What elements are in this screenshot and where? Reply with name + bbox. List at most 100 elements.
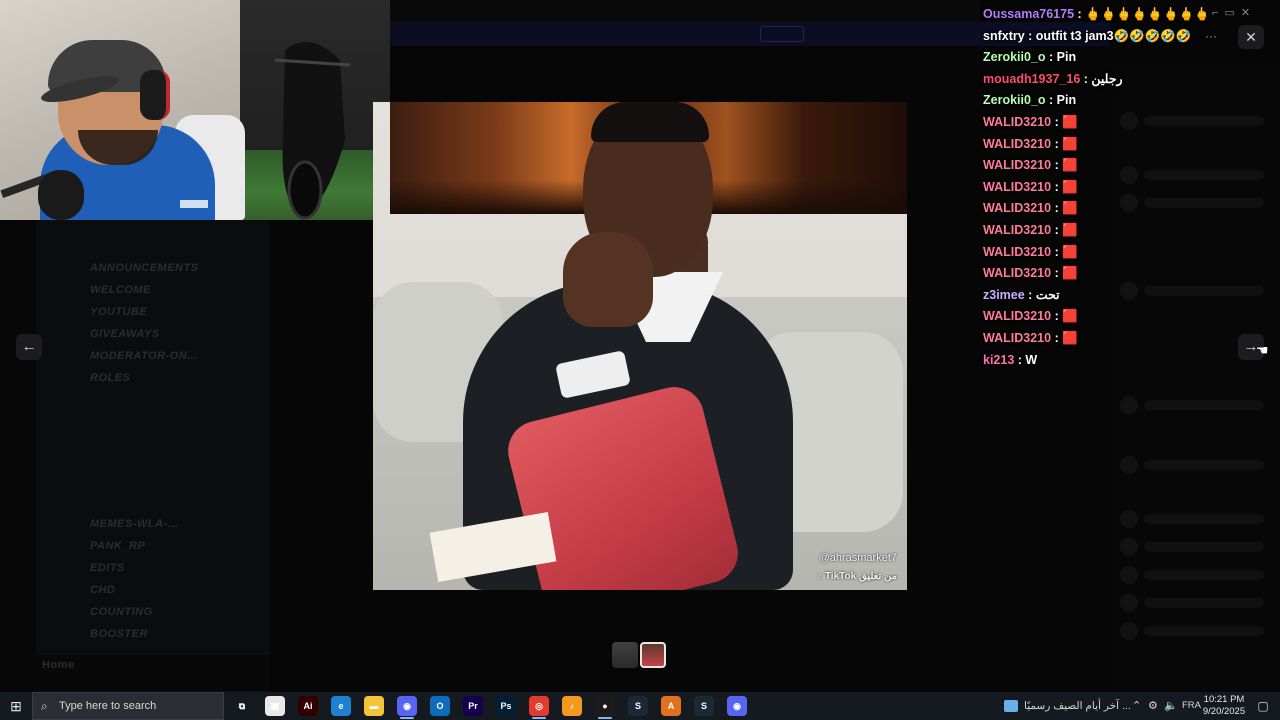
chat-username[interactable]: WALID3210 — [983, 201, 1051, 215]
chat-text: 🟥 — [1062, 114, 1078, 129]
previous-image-button[interactable]: ← — [16, 334, 42, 360]
start-button[interactable]: ⊞ — [0, 692, 32, 720]
more-options-button[interactable]: ··· — [1205, 29, 1217, 43]
chat-message: WALID3210 : 🟥 — [983, 199, 1183, 221]
edge-icon[interactable]: e — [331, 696, 351, 716]
member-row[interactable] — [1144, 598, 1264, 608]
chat-text: 🟥 — [1062, 179, 1078, 194]
channel-announcements[interactable]: ANNOUNCEMENTS — [90, 262, 199, 274]
member-avatar[interactable] — [1120, 538, 1138, 556]
task-view-icon[interactable]: ⧉ — [232, 696, 252, 716]
fl-studio-icon[interactable]: ♪ — [562, 696, 582, 716]
hand-cursor-icon: ☚ — [1256, 342, 1269, 358]
chat-message: Zerokii0_o : Pin — [983, 91, 1183, 113]
taskbar-clock[interactable]: 10:21 PM 9/20/2025 — [1198, 694, 1250, 718]
member-row[interactable] — [1144, 400, 1264, 410]
chat-message: Zerokii0_o : Pin — [983, 48, 1183, 70]
channel-memes[interactable]: MEMES-WLA-... — [90, 518, 178, 530]
thumbnail-1[interactable] — [612, 642, 638, 668]
premiere-icon[interactable]: Pr — [463, 696, 483, 716]
notice-banner-button[interactable] — [760, 26, 804, 42]
chat-username[interactable]: snfxtry — [983, 29, 1025, 43]
member-avatar[interactable] — [1120, 622, 1138, 640]
active-app-indicator — [532, 717, 546, 719]
member-row[interactable] — [1144, 460, 1264, 470]
member-row[interactable] — [1144, 514, 1264, 524]
channel-counting[interactable]: COUNTING — [90, 606, 153, 618]
thumbnail-2-selected[interactable] — [640, 642, 666, 668]
channel-moderator[interactable]: MODERATOR-ON... — [90, 350, 198, 362]
channel-chd[interactable]: CHD — [90, 584, 115, 596]
steam-2-icon[interactable]: S — [694, 696, 714, 716]
chat-username[interactable]: Oussama76175 — [983, 7, 1074, 21]
news-widget[interactable]: آخر أيام الصيف رسميًا ... — [1004, 692, 1131, 720]
chat-username[interactable]: WALID3210 — [983, 245, 1051, 259]
chat-username[interactable]: WALID3210 — [983, 266, 1051, 280]
discord-icon[interactable]: ◉ — [397, 696, 417, 716]
adobe-illustrator-icon[interactable]: Ai — [298, 696, 318, 716]
chat-separator: : — [1051, 309, 1063, 324]
chat-text: رجلين — [1091, 71, 1123, 86]
close-window-icon[interactable]: ✕ — [1241, 7, 1256, 19]
active-app-indicator — [598, 717, 612, 719]
maximize-icon[interactable]: ▭ — [1224, 7, 1240, 19]
discord-2-icon[interactable]: ◉ — [727, 696, 747, 716]
chat-username[interactable]: WALID3210 — [983, 137, 1051, 151]
chevron-up-icon[interactable]: ⌃ — [1132, 692, 1141, 720]
channel-roles[interactable]: ROLES — [90, 372, 130, 384]
channel-booster[interactable]: BOOSTER — [90, 628, 148, 640]
taskbar-search-box[interactable]: ⌕ Type here to search — [32, 692, 224, 720]
close-viewer-button[interactable]: ✕ — [1238, 25, 1264, 49]
server-sidebar — [0, 220, 36, 692]
photoshop-icon[interactable]: Ps — [496, 696, 516, 716]
channel-youtube[interactable]: YOUTUBE — [90, 306, 147, 318]
member-avatar[interactable] — [1120, 566, 1138, 584]
store-icon[interactable]: ▦ — [265, 696, 285, 716]
chat-username[interactable]: WALID3210 — [983, 180, 1051, 194]
chat-username[interactable]: WALID3210 — [983, 115, 1051, 129]
steam-icon[interactable]: S — [628, 696, 648, 716]
member-row[interactable] — [1144, 570, 1264, 580]
image-viewer[interactable]: @ahrasmarket7 ♪ TikTok من تعليق — [373, 102, 907, 590]
channel-welcome[interactable]: WELCOME — [90, 284, 151, 296]
chat-username[interactable]: Zerokii0_o — [983, 93, 1046, 107]
user-panel: Home — [36, 655, 270, 691]
chat-username[interactable]: WALID3210 — [983, 223, 1051, 237]
channel-edits[interactable]: EDITS — [90, 562, 125, 574]
tray-icon[interactable]: ⚙ — [1148, 692, 1158, 720]
chat-username[interactable]: WALID3210 — [983, 309, 1051, 323]
chat-separator: : — [1051, 179, 1063, 194]
member-avatar[interactable] — [1120, 396, 1138, 414]
volume-icon[interactable]: 🔈 — [1164, 692, 1178, 720]
chat-message: snfxtry : outfit t3 jam3🤣🤣🤣🤣🤣 — [983, 27, 1191, 49]
member-row[interactable] — [1144, 542, 1264, 552]
microphone — [38, 170, 84, 220]
obs-icon[interactable]: ● — [595, 696, 615, 716]
notifications-icon[interactable]: ▢ — [1252, 692, 1274, 720]
member-avatar[interactable] — [1120, 594, 1138, 612]
chat-username[interactable]: mouadh1937_16 — [983, 72, 1080, 86]
chat-separator: : — [1074, 7, 1086, 21]
chat-message: ki213 : W — [983, 351, 1183, 373]
chat-separator: : — [1014, 352, 1026, 367]
chat-username[interactable]: ki213 — [983, 353, 1014, 367]
chat-separator: : — [1051, 136, 1063, 151]
chat-separator: : — [1051, 330, 1063, 345]
chrome-icon[interactable]: ◎ — [529, 696, 549, 716]
member-avatar[interactable] — [1120, 510, 1138, 528]
channel-pank-rp[interactable]: PANK_RP — [90, 540, 145, 552]
chat-username[interactable]: Zerokii0_o — [983, 50, 1046, 64]
minimize-icon[interactable]: ⌐ — [1212, 7, 1224, 19]
member-avatar[interactable] — [1120, 456, 1138, 474]
chat-username[interactable]: WALID3210 — [983, 331, 1051, 345]
aimp-icon[interactable]: A — [661, 696, 681, 716]
chat-username[interactable]: WALID3210 — [983, 158, 1051, 172]
channel-giveaways[interactable]: GIVEAWAYS — [90, 328, 160, 340]
chat-username[interactable]: z3imee — [983, 288, 1025, 302]
window-controls: ⌐▭✕ — [1212, 6, 1256, 19]
chat-text: 🟥 — [1062, 330, 1078, 345]
outlook-icon[interactable]: O — [430, 696, 450, 716]
member-row[interactable] — [1144, 626, 1264, 636]
chat-separator: : — [1051, 158, 1063, 173]
file-explorer-icon[interactable]: ▬ — [364, 696, 384, 716]
